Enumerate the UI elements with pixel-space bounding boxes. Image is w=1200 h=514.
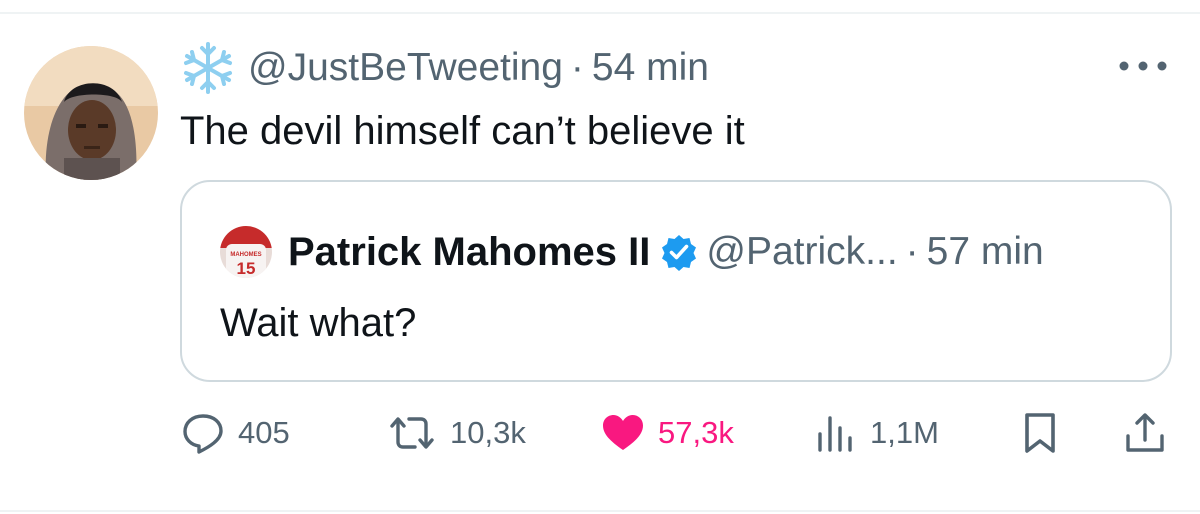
- share-button[interactable]: [1122, 410, 1168, 456]
- snowflake-icon: [184, 42, 232, 94]
- jersey-number: 15: [237, 259, 256, 278]
- quoted-header-separator: ·: [905, 230, 919, 273]
- more-options-icon[interactable]: [1116, 56, 1170, 76]
- like-button[interactable]: 57,3k: [600, 410, 734, 456]
- views-count: 1,1M: [870, 415, 939, 450]
- retweet-icon: [390, 417, 434, 449]
- verified-badge-icon[interactable]: [660, 233, 698, 271]
- share-upload-icon: [1126, 413, 1164, 452]
- quoted-author-name[interactable]: Patrick Mahomes II: [288, 230, 650, 275]
- top-divider: [0, 12, 1200, 14]
- reply-button[interactable]: 405: [180, 410, 290, 456]
- author-handle[interactable]: @JustBeTweeting: [248, 46, 563, 90]
- reply-count: 405: [238, 415, 290, 450]
- like-count: 57,3k: [658, 415, 734, 450]
- reply-icon: [183, 414, 223, 454]
- views-chart-icon: [818, 416, 852, 452]
- tweet-header: @JustBeTweeting · 54 min: [180, 40, 709, 96]
- heart-filled-icon: [603, 415, 643, 450]
- quoted-tweet-card[interactable]: MAHOMES 15 Patrick Mahomes II @Patrick..…: [180, 180, 1172, 382]
- tweet-text: The devil himself can’t believe it: [180, 109, 745, 153]
- retweet-button[interactable]: 10,3k: [386, 410, 526, 456]
- jersey-name: MAHOMES: [230, 252, 261, 258]
- tweet-timestamp[interactable]: 54 min: [592, 46, 709, 90]
- quoted-author-avatar[interactable]: MAHOMES 15: [220, 226, 272, 278]
- retweet-count: 10,3k: [450, 415, 526, 450]
- bookmark-button[interactable]: [1020, 410, 1060, 456]
- quoted-tweet-header: MAHOMES 15 Patrick Mahomes II @Patrick..…: [220, 224, 1044, 280]
- quoted-tweet-timestamp[interactable]: 57 min: [927, 230, 1044, 274]
- views-button[interactable]: 1,1M: [812, 410, 939, 456]
- header-separator: ·: [570, 46, 584, 89]
- quoted-author-handle[interactable]: @Patrick...: [706, 230, 897, 274]
- author-avatar[interactable]: [24, 46, 158, 180]
- quoted-tweet-text: Wait what?: [220, 301, 417, 345]
- bottom-divider: [0, 510, 1200, 512]
- bookmark-icon: [1025, 413, 1055, 453]
